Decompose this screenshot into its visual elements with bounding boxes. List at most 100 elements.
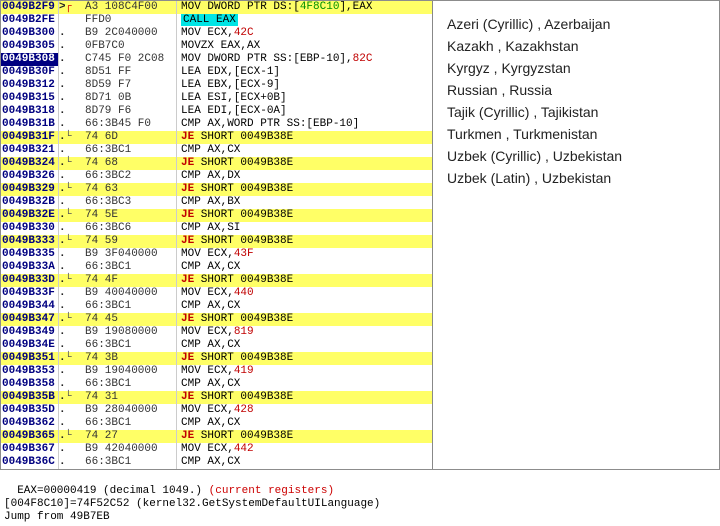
address: 0049B333 (1, 235, 59, 248)
instruction: CMP AX,BX (177, 196, 432, 209)
disassembly-pane[interactable]: 0049B2F9>┌A3 108C4F00MOV DWORD PTR DS:[4… (1, 1, 433, 469)
marker: . (59, 170, 65, 183)
disasm-row[interactable]: 0049B33D.└74 4FJE SHORT 0049B38E (1, 274, 432, 287)
instruction: CMP AX,CX (177, 456, 432, 469)
disasm-row[interactable]: 0049B326.66:3BC2CMP AX,DX (1, 170, 432, 183)
memory-info: [004F8C10]=74F52C52 (kernel32.GetSystemD… (4, 498, 380, 510)
hex-bytes: B9 2C040000 (83, 27, 177, 40)
hex-bytes: 0FB7C0 (83, 40, 177, 53)
disasm-row[interactable]: 0049B318.8D79 F6LEA EDI,[ECX-0A] (1, 105, 432, 118)
address: 0049B326 (1, 170, 59, 183)
disasm-row[interactable]: 0049B34E.66:3BC1CMP AX,CX (1, 339, 432, 352)
marker: . (59, 456, 65, 469)
flow-arrow: └ (65, 157, 83, 170)
disasm-row[interactable]: 0049B329.└74 63JE SHORT 0049B38E (1, 183, 432, 196)
hex-bytes: B9 40040000 (83, 287, 177, 300)
disasm-row[interactable]: 0049B330.66:3BC6CMP AX,SI (1, 222, 432, 235)
language-entry: Russian , Russia (447, 79, 705, 101)
address: 0049B300 (1, 27, 59, 40)
instruction: MOV DWORD PTR SS:[EBP-10],82C (177, 53, 432, 66)
disasm-row[interactable]: 0049B324.└74 68JE SHORT 0049B38E (1, 157, 432, 170)
disasm-row[interactable]: 0049B315.8D71 0BLEA ESI,[ECX+0B] (1, 92, 432, 105)
flow-arrow: └ (65, 391, 83, 404)
disasm-row[interactable]: 0049B32B.66:3BC3CMP AX,BX (1, 196, 432, 209)
hex-bytes: 66:3BC1 (83, 378, 177, 391)
instruction: JE SHORT 0049B38E (177, 157, 432, 170)
instruction: JE SHORT 0049B38E (177, 391, 432, 404)
disasm-row[interactable]: 0049B30F.8D51 FFLEA EDX,[ECX-1] (1, 66, 432, 79)
disasm-row[interactable]: 0049B305.0FB7C0MOVZX EAX,AX (1, 40, 432, 53)
instruction: JE SHORT 0049B38E (177, 313, 432, 326)
instruction: MOV ECX,43F (177, 248, 432, 261)
instruction: JE SHORT 0049B38E (177, 235, 432, 248)
disasm-row[interactable]: 0049B349.B9 19080000MOV ECX,819 (1, 326, 432, 339)
flow-arrow: └ (65, 183, 83, 196)
disasm-row[interactable]: 0049B32E.└74 5EJE SHORT 0049B38E (1, 209, 432, 222)
instruction: CMP AX,CX (177, 261, 432, 274)
hex-bytes: 74 6D (83, 131, 177, 144)
hex-bytes: 66:3BC1 (83, 144, 177, 157)
hex-bytes: C745 F0 2C08 (83, 53, 177, 66)
disasm-row[interactable]: 0049B2FEFFD0CALL EAX (1, 14, 432, 27)
disasm-row[interactable]: 0049B358.66:3BC1CMP AX,CX (1, 378, 432, 391)
address: 0049B367 (1, 443, 59, 456)
marker: . (59, 27, 65, 40)
disasm-row[interactable]: 0049B367.B9 42040000MOV ECX,442 (1, 443, 432, 456)
flow-arrow: └ (65, 235, 83, 248)
hex-bytes: 66:3B45 F0 (83, 118, 177, 131)
disasm-row[interactable]: 0049B300. B9 2C040000MOV ECX,42C (1, 27, 432, 40)
disasm-row[interactable]: 0049B344.66:3BC1CMP AX,CX (1, 300, 432, 313)
disasm-row[interactable]: 0049B33A.66:3BC1CMP AX,CX (1, 261, 432, 274)
instruction: LEA EDI,[ECX-0A] (177, 105, 432, 118)
disasm-row[interactable]: 0049B353.B9 19040000MOV ECX,419 (1, 365, 432, 378)
hex-bytes: B9 3F040000 (83, 248, 177, 261)
disasm-row[interactable]: 0049B35D.B9 28040000MOV ECX,428 (1, 404, 432, 417)
instruction: MOV DWORD PTR DS:[4F8C10],EAX (177, 1, 432, 14)
disasm-row[interactable]: 0049B31F.└74 6DJE SHORT 0049B38E (1, 131, 432, 144)
hex-bytes: 66:3BC2 (83, 170, 177, 183)
marker: . (59, 300, 65, 313)
instruction: LEA ESI,[ECX+0B] (177, 92, 432, 105)
address: 0049B305 (1, 40, 59, 53)
disasm-row[interactable]: 0049B365.└74 27JE SHORT 0049B38E (1, 430, 432, 443)
disasm-row[interactable]: 0049B31B.66:3B45 F0CMP AX,WORD PTR SS:[E… (1, 118, 432, 131)
marker: . (59, 326, 65, 339)
marker: . (59, 79, 65, 92)
disasm-row[interactable]: 0049B335.B9 3F040000MOV ECX,43F (1, 248, 432, 261)
instruction: JE SHORT 0049B38E (177, 209, 432, 222)
address: 0049B31B (1, 118, 59, 131)
instruction: LEA EDX,[ECX-1] (177, 66, 432, 79)
disasm-row[interactable]: 0049B2F9>┌A3 108C4F00MOV DWORD PTR DS:[4… (1, 1, 432, 14)
address: 0049B35B (1, 391, 59, 404)
instruction: JE SHORT 0049B38E (177, 352, 432, 365)
flow-arrow: └ (65, 274, 83, 287)
marker: . (59, 118, 65, 131)
instruction: JE SHORT 0049B38E (177, 274, 432, 287)
instruction: CMP AX,SI (177, 222, 432, 235)
address: 0049B33A (1, 261, 59, 274)
hex-bytes: A3 108C4F00 (83, 1, 177, 14)
disasm-row[interactable]: 0049B312.8D59 F7LEA EBX,[ECX-9] (1, 79, 432, 92)
address: 0049B36C (1, 456, 59, 469)
disasm-row[interactable]: 0049B35B.└74 31JE SHORT 0049B38E (1, 391, 432, 404)
address: 0049B349 (1, 326, 59, 339)
disasm-row[interactable]: 0049B36C.66:3BC1CMP AX,CX (1, 456, 432, 469)
marker: . (59, 365, 65, 378)
marker: . (59, 105, 65, 118)
instruction: MOV ECX,819 (177, 326, 432, 339)
marker: . (59, 92, 65, 105)
disasm-row[interactable]: 0049B362.66:3BC1CMP AX,CX (1, 417, 432, 430)
hex-bytes: 66:3BC1 (83, 261, 177, 274)
language-list-pane: Azeri (Cyrillic) , AzerbaijanKazakh , Ka… (433, 1, 719, 469)
disasm-row[interactable]: 0049B351.└74 3BJE SHORT 0049B38E (1, 352, 432, 365)
marker: . (59, 40, 65, 53)
instruction: MOV ECX,42C (177, 27, 432, 40)
disasm-row[interactable]: 0049B321.66:3BC1CMP AX,CX (1, 144, 432, 157)
instruction: CMP AX,CX (177, 417, 432, 430)
disasm-row[interactable]: 0049B333.└74 59JE SHORT 0049B38E (1, 235, 432, 248)
instruction: LEA EBX,[ECX-9] (177, 79, 432, 92)
disasm-row[interactable]: 0049B308.C745 F0 2C08MOV DWORD PTR SS:[E… (1, 53, 432, 66)
disasm-row[interactable]: 0049B33F.B9 40040000MOV ECX,440 (1, 287, 432, 300)
address: 0049B330 (1, 222, 59, 235)
disasm-row[interactable]: 0049B347.└74 45JE SHORT 0049B38E (1, 313, 432, 326)
